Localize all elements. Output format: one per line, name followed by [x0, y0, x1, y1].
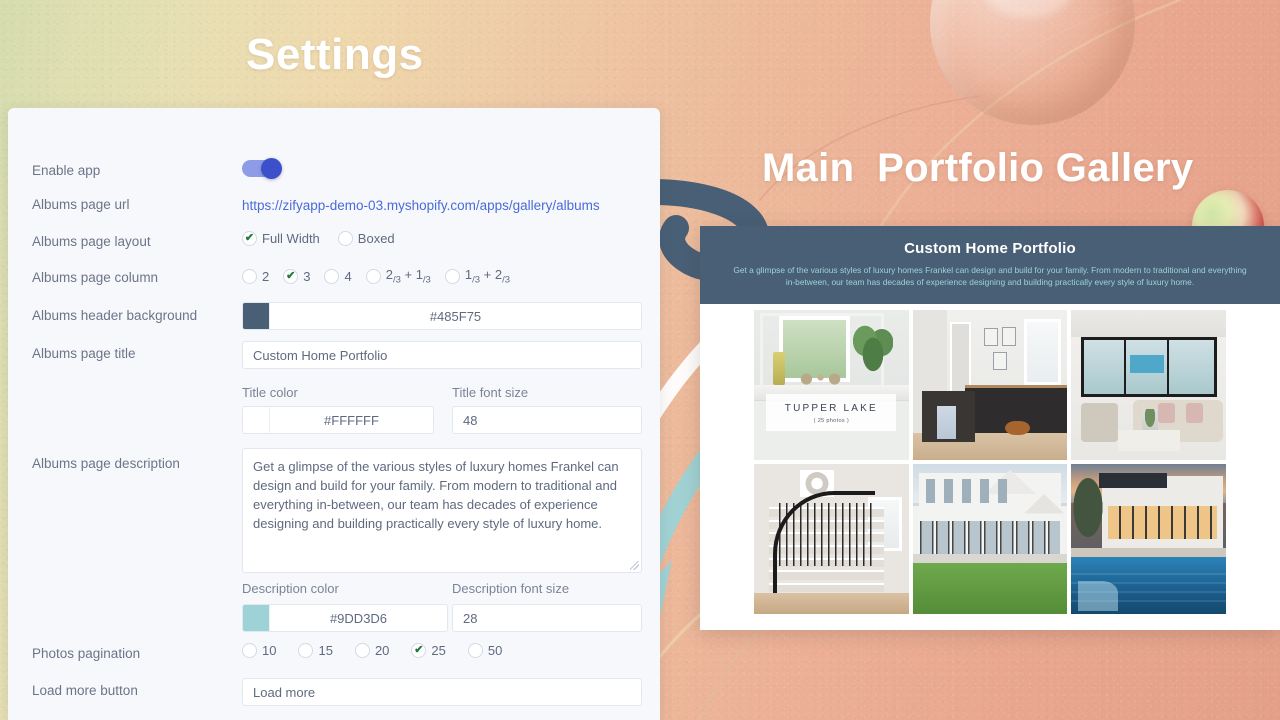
- settings-panel: Enable app Albums page url https://zifya…: [8, 108, 660, 720]
- gallery-preview-card: Custom Home Portfolio Get a glimpse of t…: [700, 226, 1280, 630]
- description-color-field[interactable]: #9DD3D6: [242, 604, 448, 632]
- radio-label: 2: [262, 268, 270, 284]
- album-caption: TUPPER LAKE ( 25 photos ): [766, 394, 897, 431]
- description-font-size-input[interactable]: 28: [452, 604, 642, 632]
- label-title-color: Title color: [242, 385, 298, 400]
- enable-app-toggle[interactable]: [242, 158, 282, 179]
- radio-label: 1/3 + 2/3: [464, 267, 511, 286]
- radio-column-2[interactable]: 2: [242, 268, 270, 284]
- label-albums-page-title: Albums page title: [32, 346, 136, 361]
- label-photos-pagination: Photos pagination: [32, 646, 141, 661]
- albums-page-url-link[interactable]: https://zifyapp-demo-03.myshopify.com/ap…: [242, 198, 600, 213]
- radio-dot-icon: [354, 643, 370, 658]
- color-swatch[interactable]: [243, 303, 269, 329]
- radio-pagination-10[interactable]: 10: [242, 643, 276, 658]
- gallery-tile-bathroom[interactable]: TUPPER LAKE ( 25 photos ): [754, 310, 909, 460]
- page-title-settings: Settings: [246, 30, 424, 79]
- radio-label: 50: [487, 643, 503, 658]
- preview-title: Custom Home Portfolio: [904, 240, 1076, 257]
- preview-header: Custom Home Portfolio Get a glimpse of t…: [700, 226, 1280, 304]
- preview-description: Get a glimpse of the various styles of l…: [733, 265, 1247, 287]
- label-enable-app: Enable app: [32, 163, 101, 178]
- radio-label: 10: [262, 643, 277, 658]
- title-font-size-input[interactable]: 48: [452, 406, 642, 434]
- radio-dot-icon: [324, 268, 340, 284]
- color-value[interactable]: #FFFFFF: [269, 407, 433, 433]
- albums-page-description-textarea[interactable]: Get a glimpse of the various styles of l…: [242, 448, 642, 573]
- color-swatch[interactable]: [243, 605, 269, 631]
- album-photo-count: ( 25 photos ): [813, 418, 849, 424]
- label-albums-page-url: Albums page url: [32, 197, 130, 212]
- label-description-font-size: Description font size: [452, 581, 570, 596]
- albums-page-layout-options: ✔ Full Width Boxed: [242, 231, 413, 246]
- albums-page-title-input[interactable]: Custom Home Portfolio: [242, 341, 642, 369]
- radio-dot-icon: [467, 643, 483, 658]
- resize-handle[interactable]: [630, 561, 639, 570]
- screenshot-root: Settings Main Portfolio Gallery Enable a…: [0, 0, 1280, 720]
- albums-header-background-color-field[interactable]: #485F75: [242, 302, 642, 330]
- radio-pagination-15[interactable]: 15: [298, 643, 333, 658]
- load-more-button-input[interactable]: Load more: [242, 678, 642, 706]
- radio-pagination-20[interactable]: 20: [354, 643, 390, 658]
- gallery-tile-living-room[interactable]: [1071, 310, 1226, 460]
- gallery-tile-kitchen[interactable]: [912, 310, 1068, 460]
- radio-column-3[interactable]: ✔ 3: [283, 268, 311, 284]
- radio-column-4[interactable]: 4: [324, 268, 352, 284]
- toggle-knob: [261, 158, 282, 179]
- radio-label: 20: [374, 643, 390, 658]
- albums-page-column-options: 2 ✔ 3 4 2/3 + 1/3 1/3 + 2/3: [242, 267, 510, 286]
- radio-label: 4: [344, 268, 352, 284]
- gallery-tile-pool[interactable]: [1071, 464, 1226, 614]
- radio-dot-icon: [337, 231, 353, 246]
- gallery-tile-house-exterior[interactable]: [912, 464, 1068, 614]
- radio-dot-icon: [298, 643, 314, 658]
- label-albums-page-description: Albums page description: [32, 456, 180, 471]
- color-swatch[interactable]: [243, 407, 269, 433]
- radio-label: 2/3 + 1/3: [385, 267, 431, 286]
- color-value[interactable]: #9DD3D6: [269, 605, 447, 631]
- album-name: TUPPER LAKE: [784, 403, 878, 414]
- label-albums-page-column: Albums page column: [32, 270, 159, 285]
- radio-layout-full-width[interactable]: ✔ Full Width: [242, 231, 320, 246]
- radio-dot-icon: [444, 268, 460, 284]
- textarea-value: Get a glimpse of the various styles of l…: [253, 459, 619, 531]
- photos-pagination-options: 10 15 20 ✔ 25 50: [242, 643, 502, 658]
- radio-column-one-third-two-thirds[interactable]: 1/3 + 2/3: [444, 267, 511, 286]
- radio-dot-checked-icon: ✔: [242, 231, 257, 246]
- radio-dot-icon: [242, 643, 257, 658]
- radio-label: 15: [318, 643, 333, 658]
- radio-layout-boxed[interactable]: Boxed: [337, 231, 395, 246]
- radio-dot-checked-icon: ✔: [411, 643, 427, 658]
- radio-label: Full Width: [262, 231, 320, 246]
- label-load-more-button: Load more button: [32, 683, 138, 698]
- label-albums-header-background: Albums header background: [32, 308, 198, 323]
- radio-dot-checked-icon: ✔: [283, 268, 299, 284]
- radio-dot-icon: [365, 268, 381, 284]
- radio-column-two-thirds-one-third[interactable]: 2/3 + 1/3: [365, 267, 431, 286]
- preview-photo-grid: TUPPER LAKE ( 25 photos ): [700, 304, 1280, 614]
- label-albums-page-layout: Albums page layout: [32, 234, 151, 249]
- label-description-color: Description color: [242, 581, 339, 596]
- radio-label: 3: [303, 268, 311, 284]
- gallery-tile-staircase[interactable]: [754, 464, 909, 614]
- radio-label: Boxed: [357, 231, 395, 246]
- title-color-field[interactable]: #FFFFFF: [242, 406, 434, 434]
- radio-pagination-50[interactable]: 50: [467, 643, 503, 658]
- page-title-main-portfolio: Main Portfolio Gallery: [762, 146, 1194, 190]
- color-value[interactable]: #485F75: [269, 303, 641, 329]
- radio-dot-icon: [242, 268, 257, 284]
- radio-pagination-25[interactable]: ✔ 25: [411, 643, 446, 658]
- radio-label: 25: [431, 643, 446, 658]
- label-title-font-size: Title font size: [452, 385, 529, 400]
